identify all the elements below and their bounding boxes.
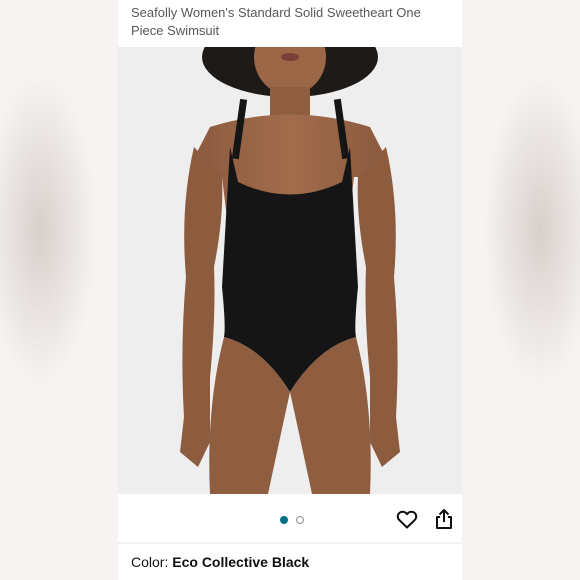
gallery-controls <box>118 494 462 542</box>
heart-outline-icon[interactable] <box>395 507 419 531</box>
color-selection: Color: Eco Collective Black <box>131 554 309 570</box>
color-label: Color: <box>131 554 169 570</box>
product-card: Seafolly Women's Standard Solid Sweethea… <box>118 0 462 580</box>
section-divider <box>118 542 462 544</box>
product-title: Seafolly Women's Standard Solid Sweethea… <box>131 5 421 38</box>
gallery-dot-2[interactable] <box>296 516 304 524</box>
share-icon[interactable] <box>432 507 456 531</box>
model-illustration <box>118 47 462 494</box>
product-image[interactable] <box>118 47 462 494</box>
gallery-dot-1[interactable] <box>280 516 288 524</box>
color-value: Eco Collective Black <box>172 554 310 570</box>
